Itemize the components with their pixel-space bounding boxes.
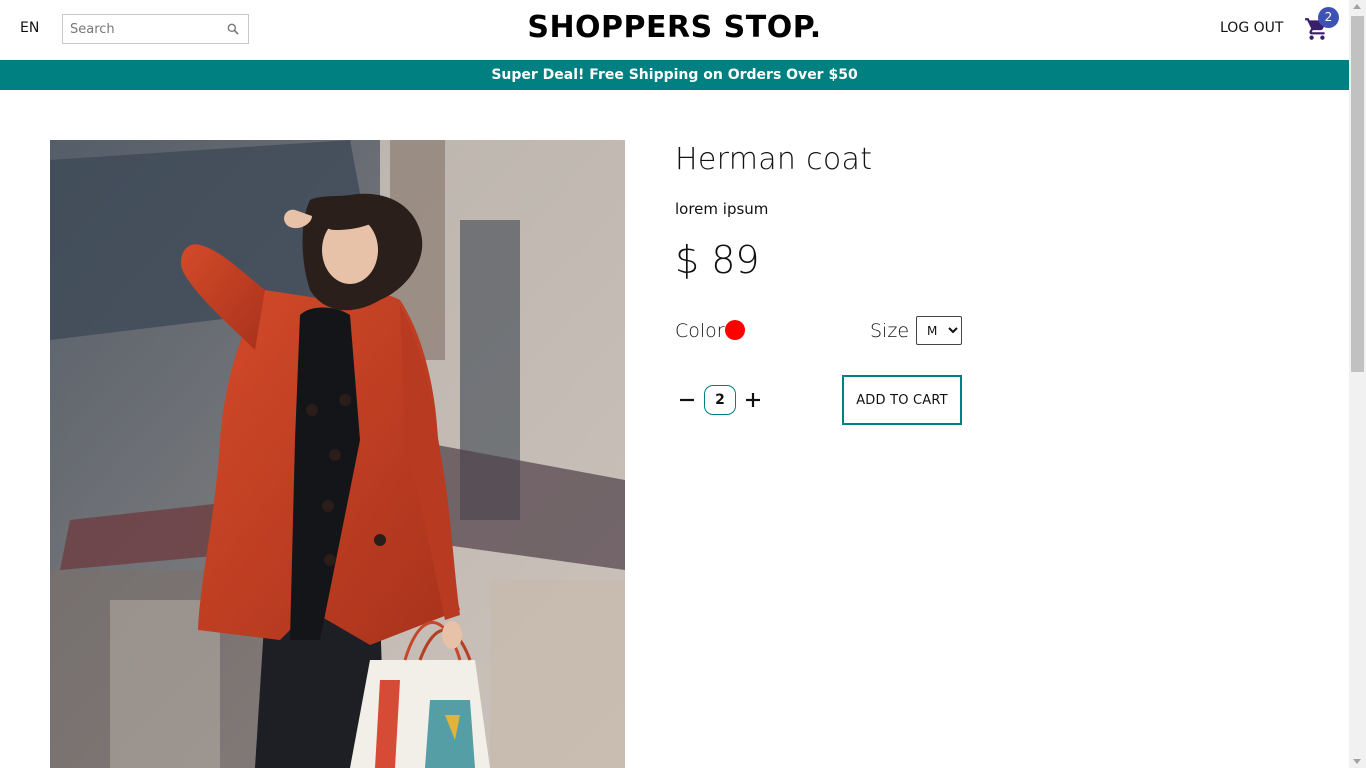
size-label: Size xyxy=(870,320,910,342)
minus-icon[interactable] xyxy=(678,390,696,410)
quantity-value: 2 xyxy=(704,385,736,415)
add-to-cart-button[interactable]: ADD TO CART xyxy=(842,375,962,425)
scroll-up-arrow[interactable] xyxy=(1353,4,1361,9)
product-image xyxy=(50,140,625,768)
color-label: Color xyxy=(675,320,725,342)
announcement-bar: Super Deal! Free Shipping on Orders Over… xyxy=(0,60,1349,90)
size-select[interactable]: M xyxy=(916,316,962,345)
plus-icon[interactable] xyxy=(744,390,762,410)
product-description: lorem ipsum xyxy=(675,200,769,218)
navbar: EN SHOPPERS STOP. LOG OUT 2 xyxy=(0,0,1349,60)
color-swatch-red[interactable] xyxy=(725,320,745,340)
scroll-thumb[interactable] xyxy=(1351,16,1364,372)
scroll-down-arrow[interactable] xyxy=(1353,759,1361,764)
logo[interactable]: SHOPPERS STOP. xyxy=(0,10,1349,45)
logout-link[interactable]: LOG OUT xyxy=(1220,20,1283,36)
page-scrollbar[interactable] xyxy=(1349,0,1366,768)
product-price: $ 89 xyxy=(675,238,760,282)
product-title: Herman coat xyxy=(675,142,873,177)
cart-count-badge: 2 xyxy=(1318,7,1339,28)
